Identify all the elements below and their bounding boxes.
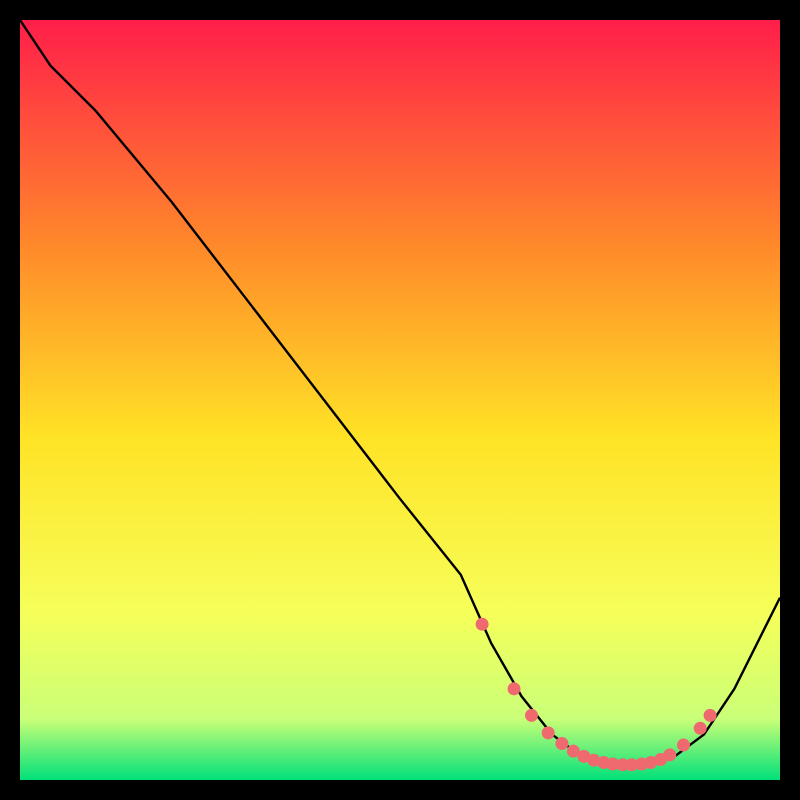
highlight-dot: [664, 749, 676, 761]
highlight-dot: [526, 709, 538, 721]
highlight-dot: [704, 709, 716, 721]
chart-frame: TheBottleneck.com: [20, 20, 780, 780]
highlight-dot: [556, 738, 568, 750]
highlight-dot: [694, 722, 706, 734]
bottleneck-chart: [20, 20, 780, 780]
highlight-dot: [508, 683, 520, 695]
highlight-dot: [476, 618, 488, 630]
gradient-background: [20, 20, 780, 780]
highlight-dot: [542, 727, 554, 739]
highlight-dot: [678, 739, 690, 751]
